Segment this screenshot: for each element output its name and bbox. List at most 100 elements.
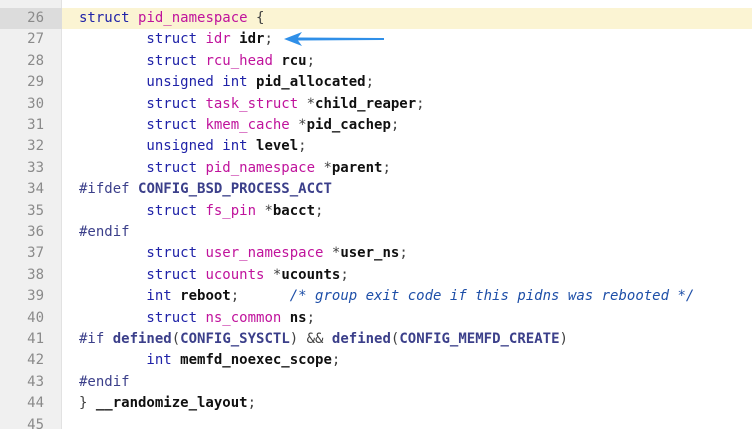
code-token: unsigned int [79, 74, 257, 91]
code-token: ) [559, 331, 568, 347]
code-token: ; [247, 395, 257, 412]
code-token: ; [264, 31, 273, 48]
code-line[interactable]: 42 int memfd_noexec_scope; [0, 350, 752, 371]
code-line[interactable]: 39 int reboot; /* group exit code if thi… [0, 286, 752, 307]
code-text: unsigned int pid_allocated; [79, 72, 374, 93]
code-token: int [79, 288, 181, 305]
code-token: ; [382, 159, 391, 176]
code-token: * [256, 202, 273, 219]
code-token: idr [205, 31, 231, 48]
code-token: ; [306, 309, 316, 326]
code-token: CONFIG_BSD_PROCESS_ACCT [138, 181, 332, 198]
code-token: ; [331, 352, 341, 369]
code-token: child_reaper [315, 95, 417, 112]
code-token: struct [79, 266, 206, 283]
code-line[interactable]: 41 #if defined(CONFIG_SYSCTL) && defined(… [0, 329, 752, 350]
code-token: pid_cachep [306, 117, 391, 133]
line-number: 43 [27, 373, 44, 390]
code-text: struct idr idr; [79, 29, 273, 50]
code-token: unsigned int [79, 138, 257, 155]
line-number: 39 [27, 288, 44, 305]
code-line[interactable]: 32 unsigned int level; [0, 136, 752, 157]
code-text: struct pid_namespace { [79, 8, 264, 29]
code-line[interactable]: 44 } __randomize_layout; [0, 393, 752, 414]
code-line[interactable]: 45 [0, 415, 752, 436]
code-token: ns [289, 309, 307, 326]
code-line[interactable]: 35 struct fs_pin *bacct; [0, 201, 752, 222]
code-token: memfd_noexec_scope [180, 352, 332, 369]
code-token: level [256, 138, 299, 155]
code-token: * [289, 117, 307, 133]
line-number: 42 [27, 352, 44, 369]
line-number: 38 [27, 266, 44, 283]
code-token: struct [79, 10, 139, 26]
code-line[interactable]: 26 struct pid_namespace { [0, 8, 752, 29]
code-token: pid_namespace [205, 159, 316, 176]
code-token: ucounts [281, 266, 341, 283]
code-line[interactable]: 31 struct kmem_cache *pid_cachep; [0, 115, 752, 136]
line-number: 36 [27, 224, 44, 240]
code-text: struct fs_pin *bacct; [79, 201, 323, 222]
line-number: 35 [27, 202, 44, 219]
code-token: * [315, 159, 332, 176]
line-number: 40 [27, 309, 44, 326]
code-line[interactable]: 30 struct task_struct *child_reaper; [0, 94, 752, 115]
code-line[interactable]: 43 #endif [0, 372, 752, 393]
code-token: ; [340, 266, 349, 283]
code-token: ; [230, 288, 290, 305]
code-token: ucounts [205, 266, 265, 283]
code-token: ) && [289, 331, 332, 347]
code-token: pid_allocated [256, 74, 366, 91]
code-text: #if defined(CONFIG_SYSCTL) && defined(CO… [79, 329, 568, 350]
code-token: user_ns [340, 245, 400, 262]
code-token: rcu [281, 52, 307, 69]
code-token: CONFIG_SYSCTL [180, 331, 290, 347]
code-text: int reboot; /* group exit code if this p… [79, 286, 694, 307]
code-token: struct [79, 95, 206, 112]
arrow-icon [284, 32, 384, 46]
code-token: /* group exit code if this pidns was reb… [289, 288, 695, 305]
code-token: struct [79, 159, 206, 176]
code-text: #endif [79, 222, 130, 243]
code-token: defined [112, 331, 172, 347]
code-token: ( [171, 331, 181, 347]
code-line[interactable]: 37 struct user_namespace *user_ns; [0, 243, 752, 264]
code-text: unsigned int level; [79, 136, 306, 157]
code-token: kmem_cache [205, 117, 290, 133]
code-token: ; [416, 95, 425, 112]
code-token: CONFIG_MEMFD_CREATE [399, 331, 560, 347]
code-token: * [298, 95, 316, 112]
code-token: * [264, 266, 282, 283]
code-token: fs_pin [205, 202, 257, 219]
code-token: struct [79, 309, 206, 326]
code-token: int [79, 352, 181, 369]
code-line[interactable]: 36 #endif [0, 222, 752, 243]
line-number: 41 [27, 331, 44, 347]
code-text: struct kmem_cache *pid_cachep; [79, 115, 399, 136]
code-token: ; [390, 117, 400, 133]
code-token: defined [331, 331, 391, 347]
code-token: reboot [180, 288, 231, 305]
line-number: 28 [27, 52, 44, 69]
code-token: idr [239, 31, 265, 48]
code-token: ns_common [205, 309, 282, 326]
code-line[interactable]: 34 #ifdef CONFIG_BSD_PROCESS_ACCT [0, 179, 752, 200]
code-token: ; [399, 245, 408, 262]
code-line[interactable]: 29 unsigned int pid_allocated; [0, 72, 752, 93]
line-number: 37 [27, 245, 44, 262]
line-number: 44 [27, 395, 44, 412]
code-text: #ifdef CONFIG_BSD_PROCESS_ACCT [79, 179, 332, 200]
code-text: struct ns_common ns; [79, 308, 315, 329]
code-line[interactable]: 33 struct pid_namespace *parent; [0, 158, 752, 179]
code-text: } __randomize_layout; [79, 393, 256, 414]
code-line[interactable]: 38 struct ucounts *ucounts; [0, 265, 752, 286]
code-text: struct task_struct *child_reaper; [79, 94, 425, 115]
code-token: ; [315, 202, 324, 219]
code-line[interactable]: 28 struct rcu_head rcu; [0, 51, 752, 72]
code-line[interactable]: 40 struct ns_common ns; [0, 308, 752, 329]
code-text: struct pid_namespace *parent; [79, 158, 391, 179]
line-number: 33 [27, 159, 44, 176]
line-number: 29 [27, 74, 44, 91]
